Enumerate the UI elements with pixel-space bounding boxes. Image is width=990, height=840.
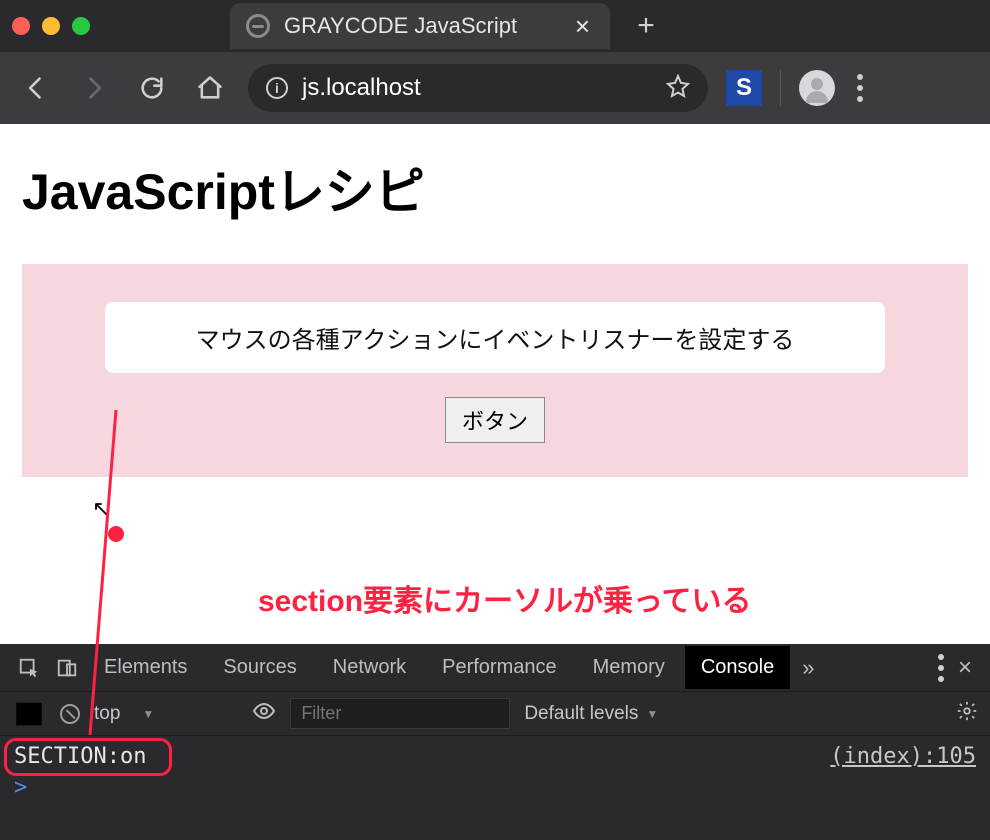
forward-button[interactable] (74, 68, 114, 108)
window-close-button[interactable] (12, 17, 30, 35)
browser-menu-icon[interactable] (853, 70, 867, 106)
console-output: SECTION:on (index):105 (0, 736, 990, 773)
extension-badge[interactable]: S (726, 70, 762, 106)
annotation-highlight-box (4, 738, 172, 776)
url-text: js.localhost (302, 74, 421, 102)
annotation-dot (108, 526, 124, 542)
devtools-menu-icon[interactable] (934, 650, 948, 686)
device-toolbar-icon[interactable] (50, 657, 84, 679)
window-maximize-button[interactable] (72, 17, 90, 35)
demo-button[interactable]: ボタン (445, 397, 545, 443)
console-toolbar: top ▼ Default levels ▼ (0, 692, 990, 736)
context-selector[interactable]: top (94, 703, 128, 725)
globe-icon (246, 14, 270, 38)
page-heading: JavaScriptレシピ (22, 152, 968, 224)
tab-performance[interactable]: Performance (426, 646, 573, 689)
devtools-close-icon[interactable]: × (952, 654, 978, 682)
tab-network[interactable]: Network (317, 646, 422, 689)
bookmark-star-icon[interactable] (666, 74, 690, 103)
tabs-overflow-icon[interactable]: » (794, 655, 822, 681)
browser-tab[interactable]: GRAYCODE JavaScript × (230, 3, 610, 49)
chevron-down-icon: ▼ (142, 707, 154, 721)
live-expression-icon[interactable] (252, 699, 276, 729)
divider (780, 70, 781, 106)
log-levels-selector[interactable]: Default levels ▼ (524, 703, 658, 725)
new-tab-button[interactable]: + (626, 6, 666, 46)
card-text: マウスの各種アクションにイベントリスナーを設定する (105, 302, 885, 373)
devtools-tabstrip: Elements Sources Network Performance Mem… (0, 644, 990, 692)
annotation-label: section要素にカーソルが乗っている (258, 576, 752, 620)
console-source-link[interactable]: (index):105 (830, 744, 976, 769)
profile-avatar[interactable] (799, 70, 835, 106)
back-button[interactable] (16, 68, 56, 108)
home-button[interactable] (190, 68, 230, 108)
tab-sources[interactable]: Sources (207, 646, 312, 689)
window-minimize-button[interactable] (42, 17, 60, 35)
clear-console-icon[interactable] (60, 704, 80, 724)
tab-console[interactable]: Console (685, 646, 790, 689)
page-viewport: JavaScriptレシピ マウスの各種アクションにイベントリスナーを設定する … (0, 124, 990, 644)
console-filter-input[interactable] (290, 698, 510, 729)
chevron-down-icon: ▼ (646, 707, 658, 721)
close-tab-icon[interactable]: × (575, 13, 590, 39)
reload-button[interactable] (132, 68, 172, 108)
console-settings-icon[interactable] (956, 700, 978, 728)
console-prompt[interactable]: > (0, 773, 990, 818)
console-sidebar-toggle-icon[interactable] (12, 697, 46, 731)
cursor-icon: ↖ (92, 496, 110, 522)
tab-memory[interactable]: Memory (577, 646, 681, 689)
devtools-panel: Elements Sources Network Performance Mem… (0, 644, 990, 818)
demo-section[interactable]: マウスの各種アクションにイベントリスナーを設定する ボタン (22, 264, 968, 477)
address-bar[interactable]: i js.localhost (248, 64, 708, 112)
window-controls (12, 17, 90, 35)
tab-title: GRAYCODE JavaScript (284, 13, 517, 39)
inspect-element-icon[interactable] (12, 657, 46, 679)
site-info-icon[interactable]: i (266, 77, 288, 99)
tab-elements[interactable]: Elements (88, 646, 203, 689)
